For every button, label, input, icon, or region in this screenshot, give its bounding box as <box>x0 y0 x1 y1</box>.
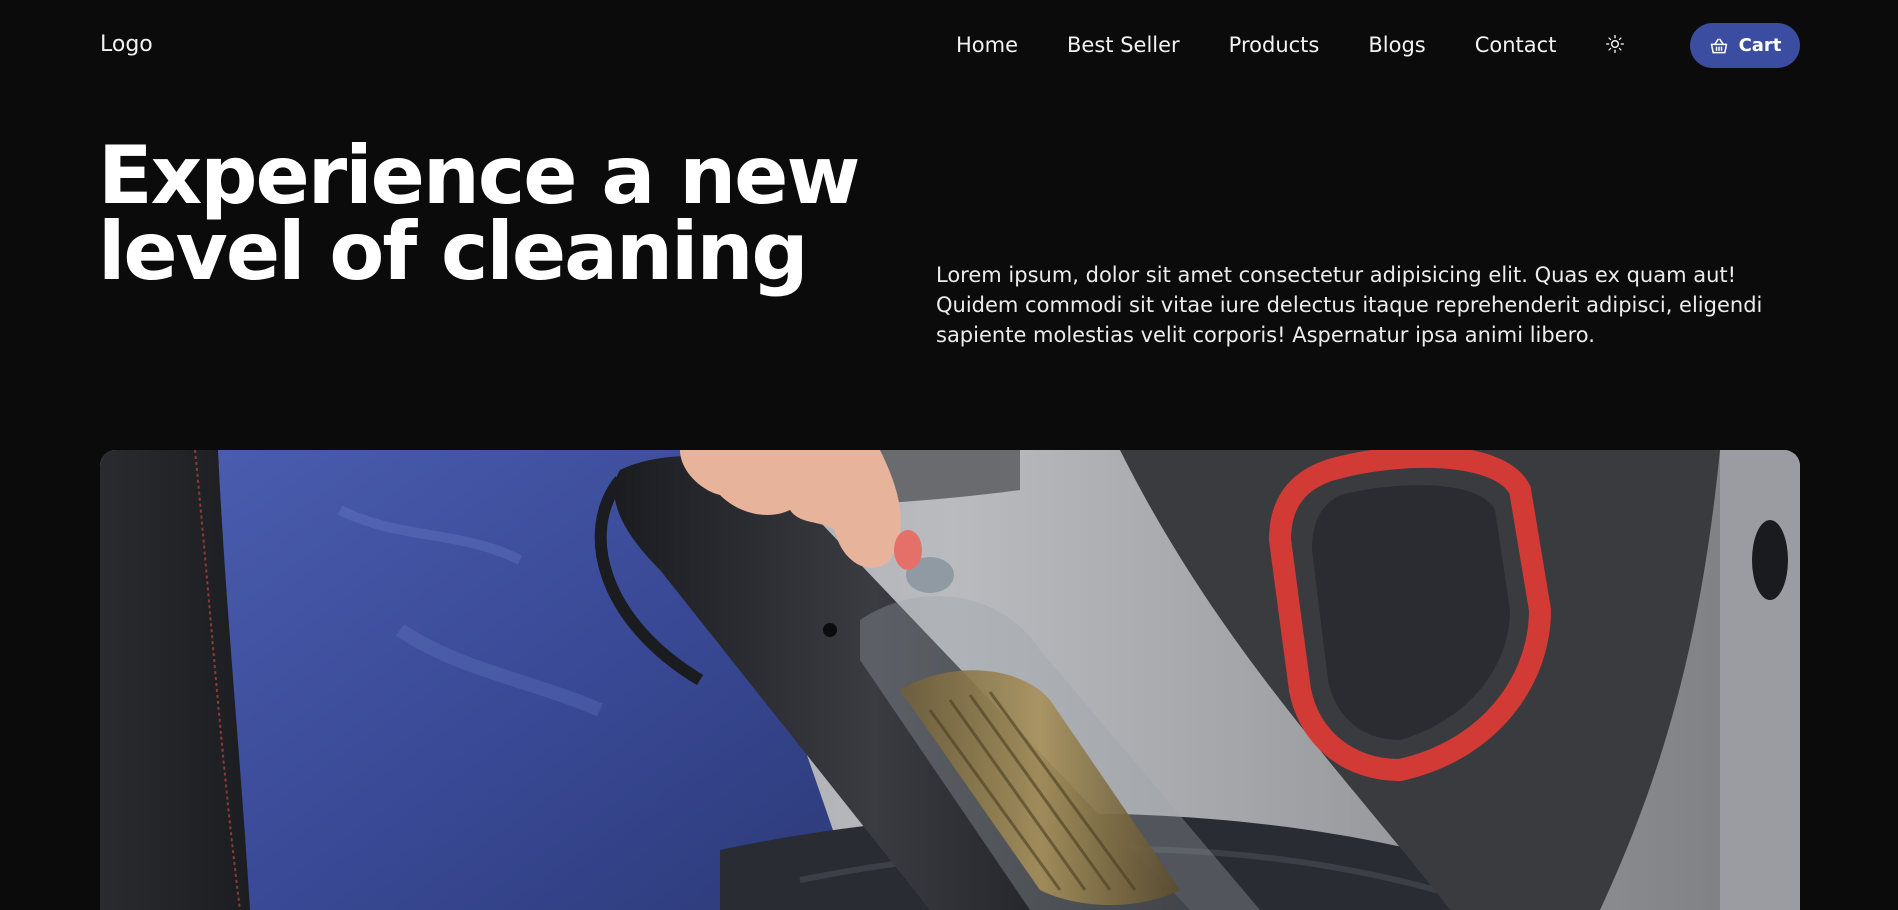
nav-link-blogs[interactable]: Blogs <box>1368 30 1425 60</box>
cart-label: Cart <box>1738 35 1782 56</box>
cart-button[interactable]: Cart <box>1690 23 1800 68</box>
hero-image <box>100 450 1800 910</box>
hero-description: Lorem ipsum, dolor sit amet consectetur … <box>936 263 1763 347</box>
basket-icon <box>1709 36 1729 56</box>
logo[interactable]: Logo <box>100 30 153 60</box>
site-header: Logo Home Best Seller Products Blogs Con… <box>0 0 1898 90</box>
nav-link-home[interactable]: Home <box>956 30 1018 60</box>
nav-link-contact[interactable]: Contact <box>1475 30 1557 60</box>
nav-link-best-seller[interactable]: Best Seller <box>1067 30 1180 60</box>
hero-title-line-2: level of cleaning <box>98 205 809 298</box>
sun-icon <box>1605 34 1625 57</box>
theme-toggle-button[interactable] <box>1600 30 1630 60</box>
nav-link-products[interactable]: Products <box>1229 30 1320 60</box>
main-nav: Home Best Seller Products Blogs Contact <box>956 30 1556 60</box>
hero-title-line-1: Experience a new <box>98 129 860 222</box>
hero-title: Experience a new level of cleaning <box>98 129 860 298</box>
